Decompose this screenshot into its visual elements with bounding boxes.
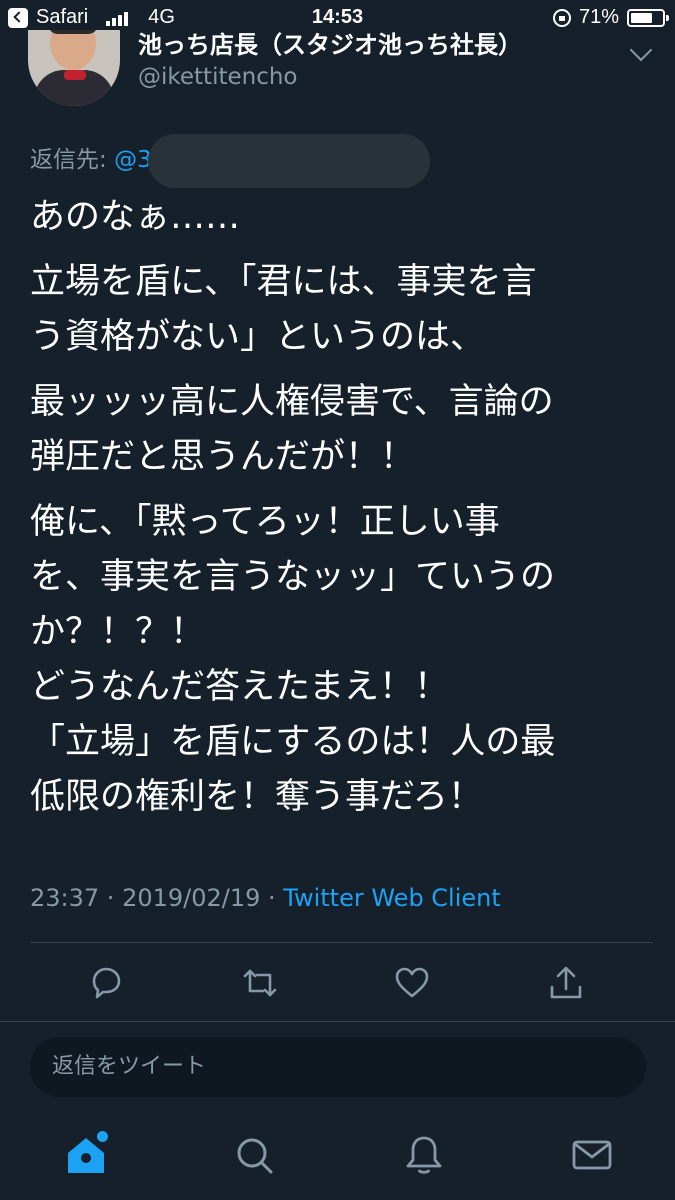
reply-to-label: 返信先: <box>30 147 115 173</box>
tweet-line: どうなんだ答えたまえ！！ <box>30 667 449 707</box>
tweet-line: 俺に、「黙ってろッ！正しい事 <box>30 502 500 542</box>
like-icon[interactable] <box>392 963 432 1003</box>
status-right: 71% <box>552 6 669 29</box>
battery-icon <box>627 8 669 27</box>
meta-separator: · <box>99 884 123 912</box>
tweet-line: う資格がない」というのは、 <box>30 317 486 357</box>
battery-level <box>631 12 653 23</box>
share-icon[interactable] <box>546 963 586 1003</box>
avatar-bowtie <box>64 70 86 80</box>
tweet-text: あのなぁ…… 立場を盾に、「君には、事実を言 う資格がない」というのは、 最ッッ… <box>30 190 650 825</box>
reply-to-mention[interactable]: @3 <box>114 147 152 173</box>
tweet-line: か？！？！ <box>30 612 206 652</box>
redaction-overlay <box>148 134 430 188</box>
home-icon[interactable] <box>64 1129 110 1177</box>
avatar[interactable] <box>28 30 120 106</box>
tweet-line: あのなぁ…… <box>30 197 241 237</box>
chevron-down-icon[interactable] <box>629 38 653 62</box>
notifications-icon[interactable] <box>402 1133 446 1177</box>
display-name[interactable]: 池っち店長（スタジオ池っち社長） <box>138 30 522 60</box>
tweet-actions <box>0 945 675 1020</box>
avatar-face <box>50 30 96 70</box>
user-handle[interactable]: @ikettitencho <box>138 62 298 92</box>
orientation-lock-icon <box>552 8 571 27</box>
home-unread-dot <box>95 1129 110 1144</box>
tweet-line: 低限の権利を！奪う事だろ！ <box>30 777 483 817</box>
meta-separator: · <box>260 884 284 912</box>
reply-to-line: 返信先: @3 <box>30 143 152 177</box>
avatar-hair <box>48 30 98 34</box>
divider <box>30 942 653 943</box>
tweet-date: 2019/02/19 <box>122 884 261 912</box>
tweet-line: 弾圧だと思うんだが！！ <box>30 437 416 477</box>
messages-icon[interactable] <box>570 1133 614 1177</box>
tweet-meta: 23:37 · 2019/02/19 · Twitter Web Client <box>30 880 501 916</box>
tweet-line: 「立場」を盾にするのは！人の最 <box>30 722 556 762</box>
reply-icon[interactable] <box>86 963 126 1003</box>
battery-percent: 71% <box>578 6 619 28</box>
search-icon[interactable] <box>232 1133 276 1177</box>
retweet-icon[interactable] <box>240 963 280 1003</box>
tweet-time: 23:37 <box>30 884 100 912</box>
tweet-line: 立場を盾に、「君には、事実を言 <box>30 262 537 302</box>
tweet-line: 最ッッッ高に人権侵害で、言論の <box>30 382 554 422</box>
tweet-line: を、事実を言うなッッ」ていうの <box>30 557 556 597</box>
reply-input[interactable]: 返信をツイート <box>30 1037 646 1097</box>
tweet-client-link[interactable]: Twitter Web Client <box>283 884 501 912</box>
reply-composer: 返信をツイート <box>0 1021 675 1114</box>
tab-bar <box>0 1113 675 1200</box>
